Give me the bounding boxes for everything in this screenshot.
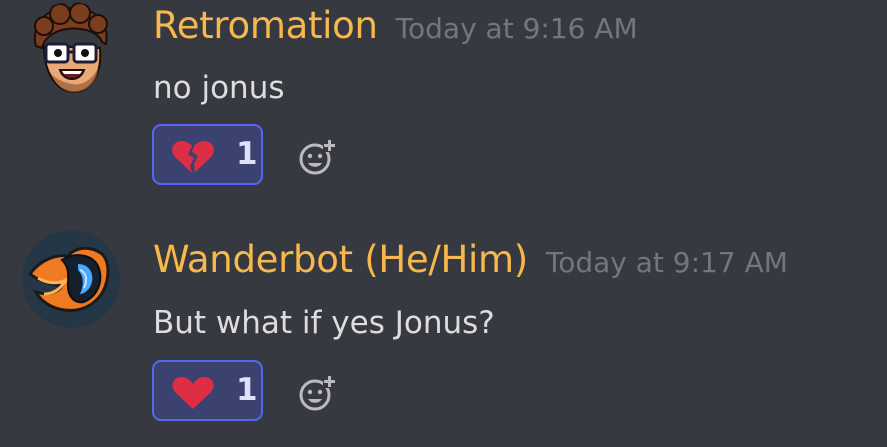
username[interactable]: Retromation	[153, 4, 378, 47]
cartoon-avatar-icon	[22, 2, 120, 100]
message-header: Retromation Today at 9:16 AM	[153, 4, 638, 47]
message-retromation: Retromation Today at 9:16 AM no jonus 1	[0, 0, 887, 200]
add-reaction-button[interactable]	[297, 373, 337, 413]
reaction-red-heart[interactable]: 1	[152, 360, 263, 421]
avatar[interactable]	[22, 2, 120, 100]
message-wanderbot: Wanderbot (He/Him) Today at 9:17 AM But …	[0, 225, 887, 447]
message-content: But what if yes Jonus?	[153, 305, 495, 341]
avatar[interactable]	[22, 230, 120, 328]
message-content: no jonus	[153, 70, 285, 106]
add-reaction-icon	[299, 375, 336, 411]
add-reaction-button[interactable]	[297, 137, 337, 177]
reaction-broken-heart[interactable]: 1	[152, 124, 263, 185]
broken-heart-icon	[171, 139, 215, 175]
reaction-count: 1	[236, 136, 258, 172]
robot-helmet-avatar-icon	[22, 230, 120, 328]
add-reaction-icon	[299, 139, 336, 175]
timestamp[interactable]: Today at 9:16 AM	[396, 12, 638, 45]
username[interactable]: Wanderbot (He/Him)	[153, 238, 528, 281]
reaction-count: 1	[236, 372, 258, 408]
red-heart-icon	[171, 375, 215, 411]
message-header: Wanderbot (He/Him) Today at 9:17 AM	[153, 238, 788, 281]
timestamp[interactable]: Today at 9:17 AM	[546, 246, 788, 279]
